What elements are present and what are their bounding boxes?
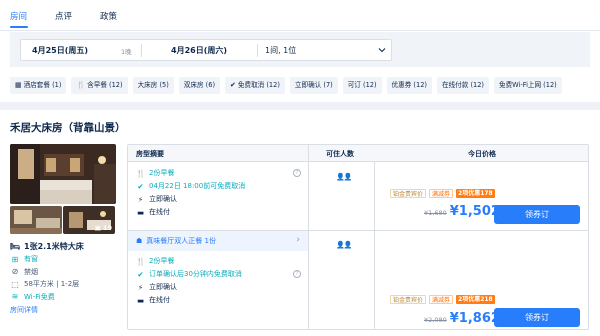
- original-price: ¥2,080: [424, 316, 447, 324]
- header-summary: 房型摘要: [136, 150, 164, 158]
- price-tags: 铂金贵宾价 满减券 2项优惠178: [390, 189, 495, 198]
- window-info: ⊞ 有窗: [11, 254, 38, 264]
- no-smoking-icon: ⊘: [11, 267, 19, 277]
- price-tags: 铂金贵宾价 满减券 2项优惠218: [390, 295, 495, 304]
- date-guest-selector[interactable]: 4月25日(周五) 1晚 4月26日(周六) 1间, 1位: [20, 39, 392, 61]
- discount-tag[interactable]: 2项优惠178: [456, 189, 495, 198]
- feature-instant-confirm: ⚡ 立即确认: [137, 282, 177, 292]
- area-icon: ⬚: [11, 279, 19, 289]
- room-thumbnail[interactable]: [10, 206, 62, 234]
- feature-breakfast: 🍴 2份早餐: [136, 256, 175, 266]
- book-button[interactable]: 领券订: [494, 308, 580, 327]
- search-panel: 房间 点评 政策 4月25日(周五) 1晚 4月26日(周六) 1间, 1位 ▦…: [0, 0, 600, 102]
- room-card: 禾居大床房（背靠山景） ▣ 19 🛏 1张2.1米特大床 ⊞ 有窗 ⊘ 禁烟 ⬚…: [0, 110, 600, 336]
- checkout-date[interactable]: 4月26日(周六): [171, 45, 227, 56]
- area-floor-info: ⬚ 58平方米 | 1-2层: [11, 279, 80, 289]
- filter-twin-bed[interactable]: 双床房 (6): [178, 77, 221, 94]
- info-icon[interactable]: ?: [293, 270, 301, 278]
- two-person-icon: 👤👤: [336, 173, 352, 181]
- header-guests: 可住人数: [326, 150, 354, 158]
- tab-reviews[interactable]: 点评: [55, 10, 72, 24]
- filter-breakfast[interactable]: 🍴 含早餐 (12): [71, 77, 128, 94]
- check-circle-icon: ✔: [137, 181, 144, 191]
- feature-cancellation: ✔ 04月22日 18:00前可免费取消: [137, 181, 246, 191]
- fork-knife-icon: 🍴: [136, 256, 146, 266]
- package-deal-banner[interactable]: ☗ 真味餐厅双人正餐 1份 ›: [128, 231, 308, 251]
- active-tab-indicator: [10, 26, 28, 28]
- filter-online-pay[interactable]: 在线付款 (12): [436, 77, 489, 94]
- rate-table: 房型摘要 可住人数 今日价格 🍴 2份早餐 ? ✔ 04月22日 18:00前可免费…: [127, 144, 589, 330]
- chevron-right-icon: ›: [296, 235, 300, 245]
- filter-free-wifi[interactable]: 免费Wi-Fi上网 (12): [493, 77, 562, 94]
- divider: [141, 44, 142, 57]
- fork-knife-icon: 🍴: [76, 81, 86, 89]
- bolt-icon: ⚡: [137, 282, 144, 292]
- two-person-icon: 👤👤: [336, 241, 352, 249]
- nights-count: 1晚: [121, 48, 132, 56]
- checkin-date[interactable]: 4月25日(周五): [32, 45, 88, 56]
- bolt-icon: ⚡: [137, 194, 144, 204]
- filter-king-bed[interactable]: 大床房 (5): [132, 77, 174, 94]
- tab-bar: 房间 点评 政策: [10, 10, 145, 24]
- divider: [0, 30, 600, 31]
- room-details-link[interactable]: 房间详情: [10, 305, 120, 315]
- filter-package[interactable]: ▦ 酒店套餐 (1): [10, 77, 67, 94]
- book-button[interactable]: 领券订: [494, 205, 580, 224]
- tab-rooms[interactable]: 房间: [10, 10, 27, 24]
- room-thumbnail[interactable]: ▣ 19: [63, 206, 115, 234]
- feature-breakfast: 🍴 2份早餐: [136, 168, 175, 178]
- table-row: 🍴 2份早餐 ? ✔ 04月22日 18:00前可免费取消 ⚡ 立即确认 ▬ 在线付 👤…: [128, 162, 588, 231]
- card-icon: ▬: [136, 207, 145, 217]
- check-circle-icon: ✔: [137, 269, 144, 279]
- room-main-photo[interactable]: [10, 144, 116, 204]
- package-icon: ▦: [15, 81, 22, 89]
- discount-tag[interactable]: 2项优惠218: [456, 295, 495, 304]
- member-price-tag: 铂金贵宾价: [390, 295, 427, 304]
- smoking-info: ⊘ 禁烟: [11, 267, 38, 277]
- current-price: ¥1,862: [449, 311, 500, 326]
- check-circle-icon: ✔: [230, 81, 236, 89]
- filter-chips: ▦ 酒店套餐 (1) 🍴 含早餐 (12) 大床房 (5) 双床房 (6) ✔ 免费取…: [10, 77, 562, 94]
- feature-instant-confirm: ⚡ 立即确认: [137, 194, 177, 204]
- coupon-tag: 满减券: [429, 295, 454, 304]
- filter-instant-confirm[interactable]: 立即确认 (7): [289, 77, 338, 94]
- image-icon: ▣: [94, 224, 101, 232]
- cloche-icon: ☗: [136, 237, 143, 245]
- filter-coupon[interactable]: 优惠券 (12): [386, 77, 432, 94]
- table-header: 房型摘要 可住人数 今日价格: [128, 145, 588, 162]
- table-row: ☗ 真味餐厅双人正餐 1份 › 🍴 2份早餐 ✔ 订单确认后30分钟内免费取消 ? …: [128, 231, 588, 329]
- current-price: ¥1,502: [449, 204, 500, 219]
- card-icon: ▬: [136, 295, 145, 305]
- divider: [257, 44, 258, 57]
- bed-info: 🛏 1张2.1米特大床: [10, 241, 84, 251]
- fork-knife-icon: 🍴: [136, 168, 146, 178]
- member-price-tag: 铂金贵宾价: [390, 189, 427, 198]
- wifi-icon: ≋: [11, 292, 19, 302]
- price: ¥2,080 ¥1,862: [424, 311, 500, 326]
- wifi-info: ≋ Wi-Fi免费: [11, 292, 55, 302]
- header-price: 今日价格: [468, 150, 496, 158]
- room-amenities: 🛏 1张2.1米特大床 ⊞ 有窗 ⊘ 禁烟 ⬚ 58平方米 | 1-2层 ≋ Wi-Fi免…: [10, 239, 120, 315]
- price: ¥1,680 ¥1,502: [424, 204, 500, 219]
- window-icon: ⊞: [11, 254, 19, 264]
- room-title: 禾居大床房（背靠山景）: [10, 122, 126, 134]
- original-price: ¥1,680: [424, 209, 447, 217]
- feature-payment: ▬ 在线付: [136, 295, 170, 305]
- tab-policies[interactable]: 政策: [100, 10, 117, 24]
- room-guest-select[interactable]: 1间, 1位: [265, 45, 296, 56]
- photo-count-badge: ▣ 19: [94, 224, 112, 232]
- bed-icon: 🛏: [10, 241, 21, 251]
- info-icon[interactable]: ?: [293, 169, 301, 177]
- chevron-down-icon[interactable]: [377, 45, 387, 55]
- coupon-tag: 满减券: [429, 189, 454, 198]
- filter-free-cancel[interactable]: ✔ 免费取消 (12): [225, 77, 285, 94]
- filter-available[interactable]: 可订 (12): [342, 77, 382, 94]
- feature-cancellation: ✔ 订单确认后30分钟内免费取消: [137, 269, 242, 279]
- feature-payment: ▬ 在线付: [136, 207, 170, 217]
